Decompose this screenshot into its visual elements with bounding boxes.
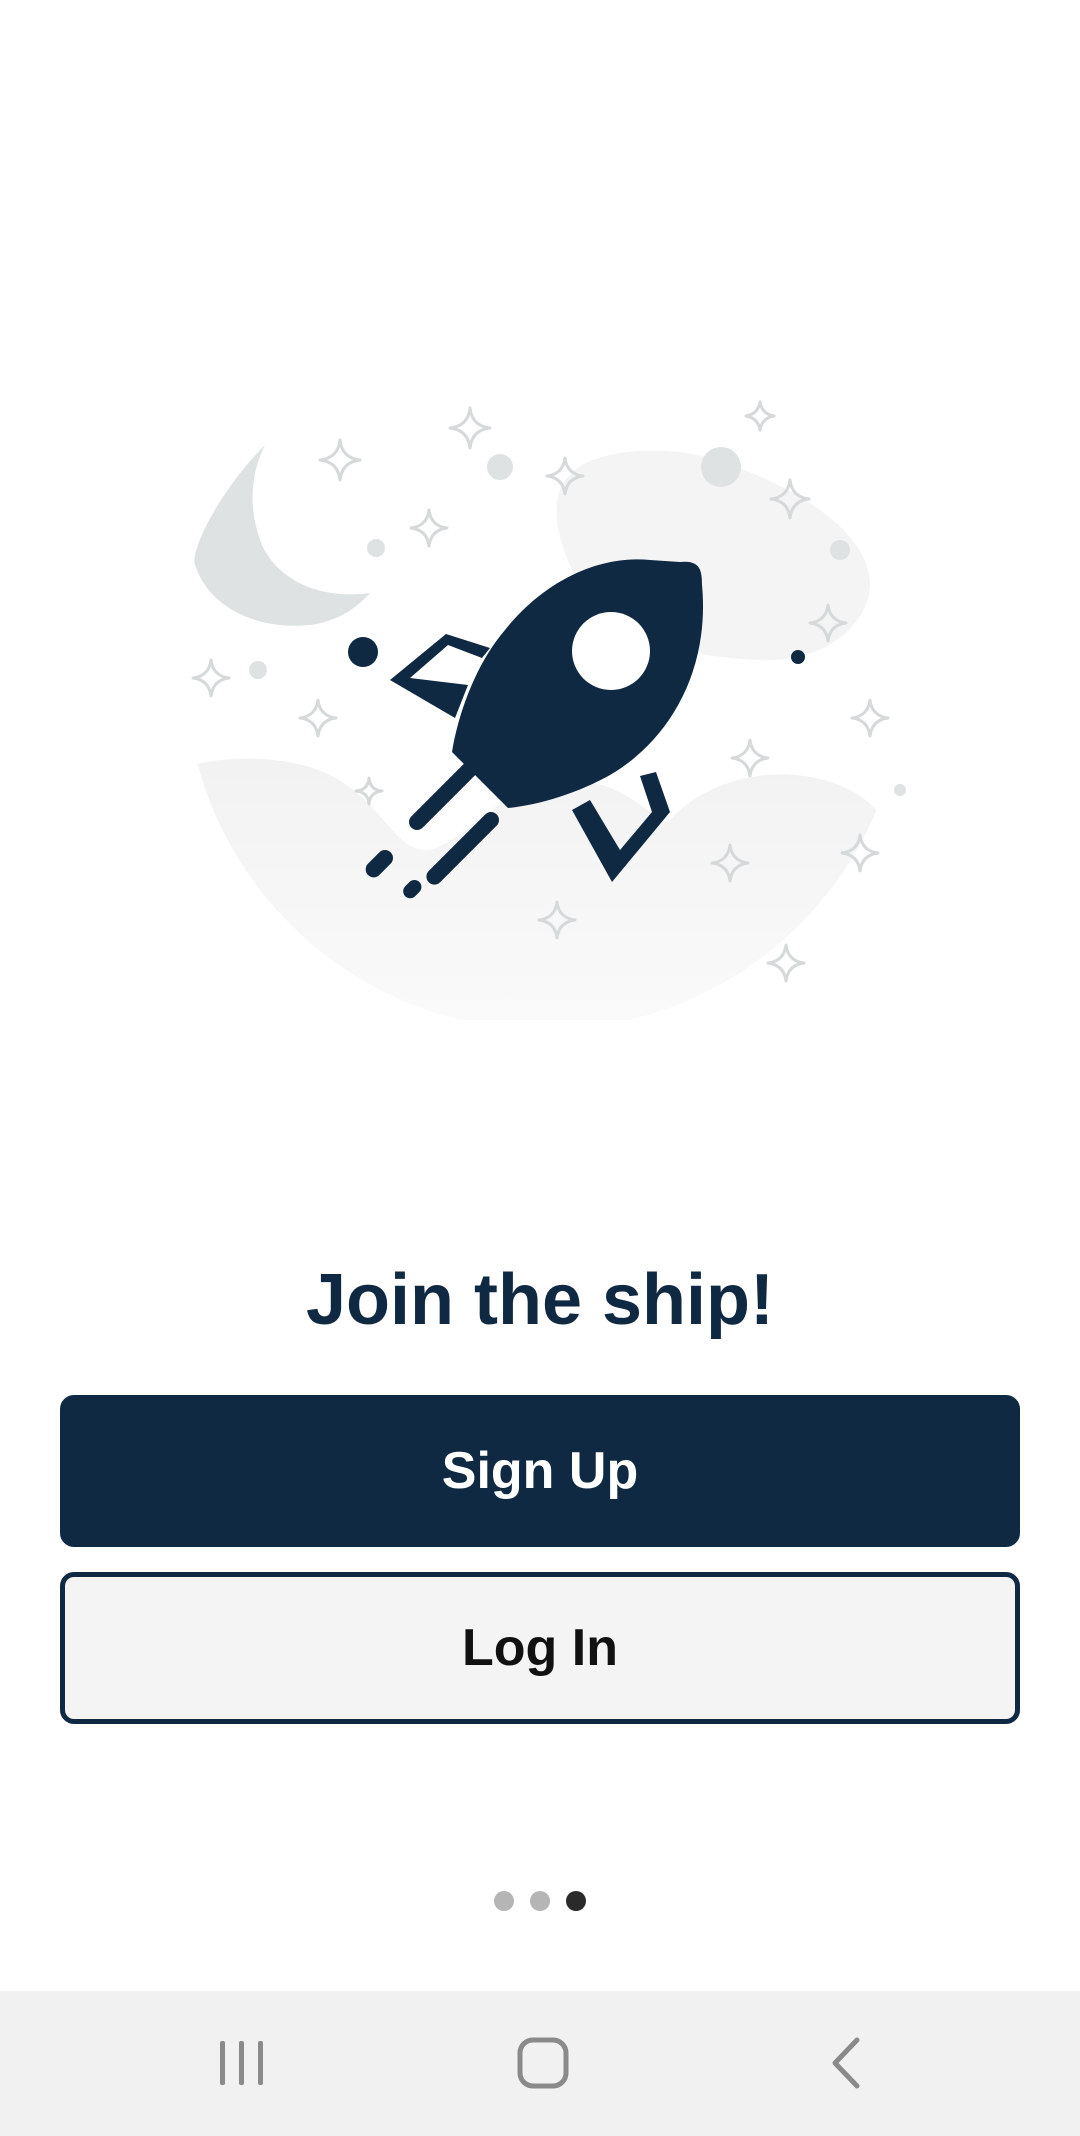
- moon-shape: [194, 445, 370, 626]
- rocket-window: [572, 612, 650, 690]
- dark-dot: [791, 650, 805, 664]
- log-in-button-label: Log In: [462, 1619, 618, 1677]
- recents-icon: [220, 2041, 263, 2085]
- sign-up-button[interactable]: Sign Up: [60, 1395, 1020, 1547]
- page-indicator: [0, 1891, 1080, 1911]
- onboarding-screen: Join the ship! Sign Up Log In: [0, 0, 1080, 1991]
- system-navigation-bar: [0, 1991, 1080, 2136]
- recents-button[interactable]: [192, 2013, 292, 2113]
- back-icon: [832, 2037, 860, 2089]
- page-indicator-dot: [494, 1891, 514, 1911]
- log-in-button[interactable]: Log In: [60, 1572, 1020, 1724]
- back-button[interactable]: [797, 2013, 897, 2113]
- home-button[interactable]: [493, 2013, 593, 2113]
- dark-dot: [348, 637, 378, 667]
- rocket-launch-illustration: [185, 400, 906, 1020]
- page-indicator-dot-active: [566, 1891, 586, 1911]
- page-title: Join the ship!: [306, 1260, 774, 1340]
- page-indicator-dot: [530, 1891, 550, 1911]
- home-icon: [517, 2037, 569, 2089]
- sign-up-button-label: Sign Up: [441, 1442, 639, 1500]
